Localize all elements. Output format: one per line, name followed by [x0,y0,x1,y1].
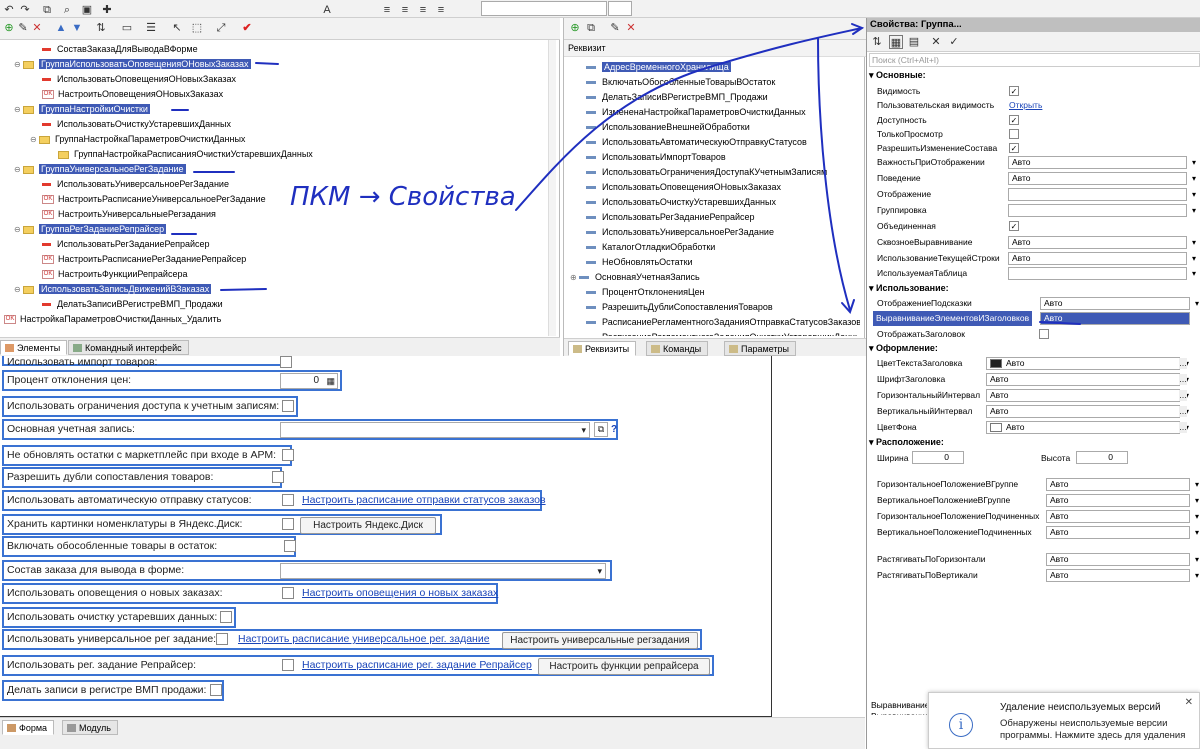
underline-mark-1 [255,62,279,65]
arrow-to-alignment [817,37,851,311]
annotation-overlay: ПКМ → Свойства [171,23,1081,325]
underline-mark-6 [1039,321,1081,325]
annotation-text: ПКМ → Свойства [290,182,516,212]
arrow-to-properties [515,27,863,211]
underline-mark-5 [220,288,267,291]
